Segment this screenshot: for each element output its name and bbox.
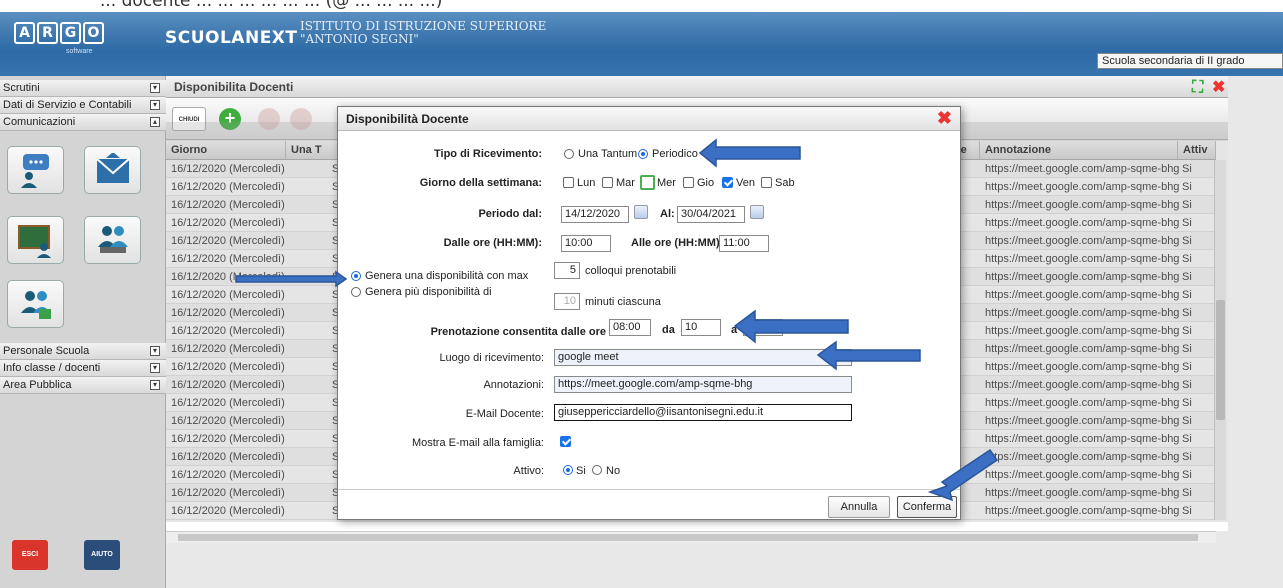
envelope-icon [96,153,130,183]
minuti-input[interactable]: 10 [554,293,580,310]
chat-user-icon [21,154,49,188]
radio-genera-piu[interactable] [351,287,361,297]
institute-name: ISTITUTO DI ISTRUZIONE SUPERIORE "ANTONI… [300,19,547,46]
genera-max-label: Genera una disponibilità con max [365,270,529,282]
da-input[interactable]: 10 [681,319,721,336]
bacheca-tile[interactable] [7,146,64,194]
conferma-button[interactable]: Conferma [897,496,957,518]
prenotazione-ore-input[interactable]: 08:00 [609,319,651,336]
expand-icon[interactable]: ▾ [150,100,160,110]
email-label: E-Mail Docente: [465,408,544,420]
exit-button[interactable]: ESCI [12,540,48,570]
dalle-ore-label: Dalle ore (HH:MM): [443,237,542,249]
checkbox-gio-label: Gio [697,177,715,189]
board-tile[interactable] [7,216,64,264]
checkbox-ven[interactable] [722,177,733,188]
sidebar-item-dati-servizio[interactable]: Dati di Servizio e Contabili ▾ [0,97,166,114]
disponibilita-tile[interactable] [7,280,64,328]
page-title: Disponibilita Docenti [166,76,1228,98]
help-button[interactable]: AIUTO [84,540,120,570]
colloqui-tile[interactable] [84,216,141,264]
maximize-icon[interactable]: ⛶ [1192,80,1203,96]
messages-tile[interactable] [84,146,141,194]
top-caption: ... docente ... ... ... ... ... ... (@ .… [0,0,1283,12]
checkbox-mar-label: Mar [616,177,635,189]
prenotazione-label: Prenotazione consentita dalle ore [430,326,606,338]
dalle-ore-input[interactable]: 10:00 [561,235,611,252]
radio-attivo-no[interactable] [592,465,602,475]
a-label: a [731,324,738,336]
radio-una-tantum[interactable] [564,149,574,159]
expand-icon[interactable]: ▾ [150,380,160,390]
checkbox-gio[interactable] [683,177,694,188]
colloqui-label: colloqui prenotabili [585,265,677,277]
checkbox-lun-label: Lun [577,177,596,189]
school-level-select[interactable]: Scuola secondaria di II grado [1097,53,1283,69]
giorno-label: Giorno della settimana: [419,177,542,189]
a-input[interactable]: 2 [743,319,783,336]
sidebar-item-scrutini[interactable]: Scrutini ▾ [0,80,166,97]
da-label: da [662,324,675,336]
attivo-label: Attivo: [513,465,544,477]
email-input[interactable]: giuseppericciardello@iisantonisegni.edu.… [554,404,852,421]
checkbox-mer[interactable] [640,175,655,190]
annotazioni-input[interactable]: https://meet.google.com/amp-sqme-bhg [554,376,852,393]
radio-attivo-si[interactable] [563,465,573,475]
minuti-label: minuti ciascuna [585,296,661,308]
radio-attivo-no-label: No [606,465,621,477]
expand-icon[interactable]: ▾ [150,346,160,356]
collapse-icon[interactable]: ▴ [150,117,160,127]
checkbox-sab[interactable] [761,177,772,188]
argo-logo-subtitle: software [66,48,93,55]
mostra-email-label: Mostra E-mail alla famiglia: [411,437,544,449]
app-name: SCUOLANEXT [165,28,298,48]
periodo-label: Periodo dal: [478,208,542,220]
checkbox-sab-label: Sab [775,177,795,189]
radio-una-tantum-label: Una Tantum [578,148,638,160]
users-icon [21,291,51,319]
calendar-icon[interactable] [750,205,764,219]
dialog-title: Disponibilità Docente [338,107,960,131]
sidebar-item-personale-scuola[interactable]: Personale Scuola ▾ [0,343,166,360]
checkbox-lun[interactable] [563,177,574,188]
annulla-button[interactable]: Annulla [828,496,890,518]
max-colloqui-input[interactable]: 5 [554,262,580,279]
sidebar-item-comunicazioni[interactable]: Comunicazioni ▴ [0,114,166,131]
calendar-icon[interactable] [634,205,648,219]
luogo-input[interactable]: google meet [554,349,852,366]
blackboard-icon [18,225,51,258]
radio-periodico[interactable] [638,149,648,159]
radio-attivo-si-label: Si [576,465,586,477]
alle-ore-input[interactable]: 11:00 [719,235,769,252]
dialog-footer-divider [338,489,960,490]
sidebar: Scrutini ▾ Dati di Servizio e Contabili ▾ … [0,76,166,588]
expand-icon[interactable]: ▾ [150,363,160,373]
disponibilita-dialog: Disponibilità Docente ✖ Tipo di Ricevime… [337,106,961,520]
app-header: ARGO software SCUOLANEXT ISTITUTO DI IST… [0,12,1283,76]
checkbox-ven-label: Ven [736,177,755,189]
expand-icon[interactable]: ▾ [150,83,160,93]
alle-ore-label: Alle ore (HH:MM): [631,237,724,249]
teacher-desk-icon [98,226,128,253]
horizontal-scrollbar[interactable] [166,531,1216,543]
annotazioni-label: Annotazioni: [483,379,544,391]
sidebar-item-area-pubblica[interactable]: Area Pubblica ▾ [0,377,166,394]
argo-logo: ARGO [14,22,104,44]
sidebar-item-info-classe[interactable]: Info classe / docenti ▾ [0,360,166,377]
genera-piu-label: Genera più disponibilità di [365,286,492,298]
checkbox-mer-label: Mer [657,177,676,189]
radio-genera-max[interactable] [351,271,361,281]
tipo-label: Tipo di Ricevimento: [434,148,542,160]
mostra-email-checkbox[interactable] [560,436,571,447]
luogo-label: Luogo di ricevimento: [439,352,544,364]
periodo-dal-input[interactable]: 14/12/2020 [561,206,629,223]
close-icon[interactable]: ✖ [1212,80,1225,96]
radio-periodico-label: Periodico [652,148,698,160]
checkbox-mar[interactable] [602,177,613,188]
al-label: Al: [660,208,675,220]
periodo-al-input[interactable]: 30/04/2021 [677,206,745,223]
dialog-close-icon[interactable]: ✖ [937,108,952,129]
